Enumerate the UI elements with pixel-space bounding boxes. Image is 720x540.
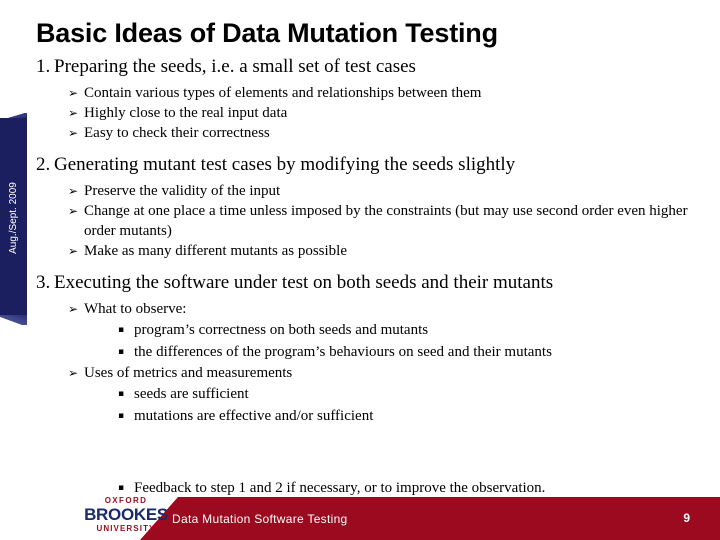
list-item: ➢ Contain various types of elements and … (0, 83, 720, 103)
list-item: ➢ Make as many different mutants as poss… (0, 241, 720, 261)
list-item-label: Preparing the seeds, i.e. a small set of… (54, 56, 416, 77)
square-bullet-icon: ▪ (118, 389, 125, 399)
list-item-label: Make as many different mutants as possib… (84, 243, 347, 259)
list-number: 1. (36, 56, 51, 77)
list-item: 2. Generating mutant test cases by modif… (0, 153, 720, 177)
square-bullet-icon: ▪ (118, 411, 125, 421)
list-item-label: Contain various types of elements and re… (84, 85, 482, 101)
list-item: 1. Preparing the seeds, i.e. a small set… (0, 55, 720, 79)
list-item-label: Easy to check their correctness (84, 125, 270, 141)
footer-title: Data Mutation Software Testing (172, 512, 348, 526)
arrow-bullet-icon: ➢ (68, 204, 79, 218)
page-number: 9 (683, 511, 690, 525)
list-item-label: the differences of the program’s behavio… (134, 344, 552, 360)
slide-body: 1. Preparing the seeds, i.e. a small set… (0, 55, 720, 427)
list-item: 3. Executing the software under test on … (0, 271, 720, 295)
logo-line-brookes: BROOKES (84, 505, 168, 524)
arrow-bullet-icon: ➢ (68, 184, 79, 198)
overflow-line: ▪ Feedback to step 1 and 2 if necessary,… (0, 477, 720, 499)
list-item: ➢ Change at one place a time unless impo… (0, 201, 720, 241)
list-item: ➢ Uses of metrics and measurements (0, 363, 720, 383)
list-item: ▪ program’s correctness on both seeds an… (0, 319, 720, 341)
arrow-bullet-icon: ➢ (68, 126, 79, 140)
list-number: 2. (36, 154, 51, 175)
list-item-label: What to observe: (84, 301, 187, 317)
list-item: ▪ mutations are effective and/or suffici… (0, 405, 720, 427)
list-item: ▪ the differences of the program’s behav… (0, 341, 720, 363)
list-item: ➢ Highly close to the real input data (0, 103, 720, 123)
logo-line-university: UNIVERSITY (96, 524, 156, 533)
oxford-brookes-logo: OXFORD BROOKES UNIVERSITY (82, 497, 170, 533)
list-item: ➢ What to observe: (0, 299, 720, 319)
list-item-label: seeds are sufficient (134, 386, 249, 402)
list-item-label: Executing the software under test on bot… (54, 272, 554, 293)
list-item-label: Generating mutant test cases by modifyin… (54, 154, 516, 175)
square-bullet-icon: ▪ (118, 325, 125, 335)
arrow-bullet-icon: ➢ (68, 106, 79, 120)
arrow-bullet-icon: ➢ (68, 302, 79, 316)
list-item: ➢ Easy to check their correctness (0, 123, 720, 143)
list-item: ➢ Preserve the validity of the input (0, 181, 720, 201)
list-item: ▪ Feedback to step 1 and 2 if necessary,… (0, 477, 720, 499)
list-item-label: Change at one place a time unless impose… (84, 203, 688, 239)
arrow-bullet-icon: ➢ (68, 244, 79, 258)
list-item-label: Highly close to the real input data (84, 105, 288, 121)
list-item-label: mutations are effective and/or sufficien… (134, 408, 374, 424)
list-item-label: Uses of metrics and measurements (84, 365, 293, 381)
square-bullet-icon: ▪ (118, 347, 125, 357)
arrow-bullet-icon: ➢ (68, 86, 79, 100)
page-title: Basic Ideas of Data Mutation Testing (36, 18, 498, 48)
list-item-label: Feedback to step 1 and 2 if necessary, o… (134, 480, 546, 496)
list-item: ▪ seeds are sufficient (0, 383, 720, 405)
list-number: 3. (36, 272, 51, 293)
square-bullet-icon: ▪ (118, 483, 125, 493)
arrow-bullet-icon: ➢ (68, 366, 79, 380)
list-item-label: Preserve the validity of the input (84, 183, 281, 199)
list-item-label: program’s correctness on both seeds and … (134, 322, 429, 338)
